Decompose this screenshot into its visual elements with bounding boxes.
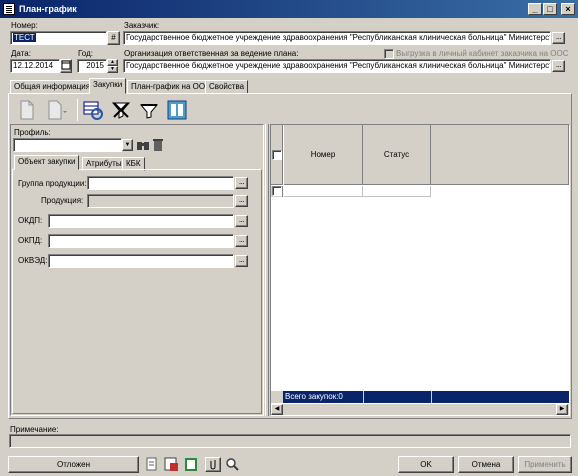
okved-field[interactable] [48, 254, 234, 268]
toolbar [12, 97, 192, 123]
purchases-grid: Номер Статус Всего закупок:0 ◀ ▶ [270, 124, 570, 416]
report-icon [164, 457, 178, 471]
grid-select-all-checkbox[interactable] [272, 150, 282, 160]
number-field[interactable]: ТЕСТ [10, 31, 107, 45]
excel-button[interactable] [184, 457, 198, 472]
magnifier-icon [226, 458, 239, 471]
refresh-grid-icon [83, 101, 103, 120]
document-icon [20, 100, 34, 120]
date-field[interactable]: 12.12.2014 [10, 59, 60, 73]
splitter-handle[interactable] [265, 124, 269, 416]
grid-cell-status[interactable] [363, 186, 431, 197]
grid-header-status[interactable]: Статус [363, 125, 431, 185]
profile-find-button[interactable] [136, 138, 150, 152]
grid-footer-bar: Всего закупок:0 [271, 391, 569, 403]
horizontal-scrollbar[interactable]: ◀ ▶ [271, 403, 569, 415]
title-bar: План-график _ □ × [0, 0, 578, 18]
grid-cell-number[interactable] [284, 186, 363, 197]
product-label: Продукция: [41, 196, 84, 205]
year-up-button[interactable]: ▲ [107, 59, 118, 66]
profile-select[interactable] [13, 138, 122, 152]
group-select-button[interactable]: ... [235, 177, 248, 189]
profile-delete-button[interactable] [152, 138, 164, 152]
scroll-left-button[interactable]: ◀ [271, 404, 283, 415]
product-select-button[interactable]: ... [235, 195, 248, 207]
org-label: Организация ответственная за ведение пла… [124, 49, 299, 58]
grid-footer-corner [271, 391, 283, 403]
customer-label: Заказчик: [124, 21, 160, 30]
window-title: План-график [19, 4, 77, 14]
edit-document-button[interactable] [46, 99, 68, 121]
calendar-icon [61, 60, 71, 70]
refresh-button[interactable] [82, 99, 104, 121]
year-label: Год: [78, 49, 93, 58]
okdp-field[interactable] [48, 214, 234, 228]
filter-icon [139, 104, 159, 119]
columns-icon [167, 100, 187, 120]
group-field[interactable] [87, 176, 234, 190]
status-button[interactable]: Отложен [8, 456, 139, 473]
new-document-button[interactable] [16, 99, 38, 121]
attach-button[interactable] [205, 457, 221, 472]
number-label: Номер: [11, 21, 38, 30]
product-field[interactable] [87, 194, 234, 208]
customer-select-button[interactable]: ... [552, 32, 565, 44]
grid-footer-divider [363, 391, 364, 403]
minimize-button[interactable]: _ [528, 3, 542, 15]
profile-label: Профиль: [14, 128, 51, 137]
document-dropdown-icon [48, 100, 67, 120]
tab-purchases[interactable]: Закупки [89, 78, 127, 94]
okved-select-button[interactable]: ... [235, 255, 248, 267]
print-button[interactable] [145, 457, 159, 472]
tab-properties[interactable]: Свойства [205, 80, 249, 94]
apply-button[interactable]: Применить [518, 456, 572, 473]
grid-header-number[interactable]: Номер [284, 125, 363, 185]
search-button[interactable] [225, 457, 239, 472]
columns-button[interactable] [166, 99, 188, 121]
calendar-button[interactable] [60, 59, 72, 73]
org-field[interactable]: Государственное бюджетное учреждение здр… [123, 59, 551, 73]
subtab-object[interactable]: Объект закупки [14, 155, 80, 170]
scroll-right-button[interactable]: ▶ [556, 404, 568, 415]
cancel-button[interactable]: Отмена [458, 456, 514, 473]
okdp-label: ОКДП: [18, 216, 43, 225]
filter-button[interactable] [138, 99, 160, 121]
okpd-label: ОКПД: [18, 236, 43, 245]
binoculars-icon [137, 142, 149, 150]
customer-field[interactable]: Государственное бюджетное учреждение здр… [123, 31, 551, 45]
maximize-button[interactable]: □ [543, 3, 557, 15]
spreadsheet-icon [185, 458, 197, 471]
org-select-button[interactable]: ... [552, 60, 565, 72]
year-field[interactable]: 2015 [77, 59, 107, 73]
grid-header-empty [431, 125, 569, 185]
window-icon [3, 3, 15, 15]
close-button[interactable]: × [561, 3, 575, 15]
number-value: ТЕСТ [13, 33, 36, 42]
note-field[interactable] [9, 434, 571, 448]
grid-total: Всего закупок:0 [285, 392, 343, 401]
okved-label: ОКВЭД: [18, 256, 48, 265]
upload-checkbox[interactable] [384, 49, 394, 59]
tab-schedule-oos[interactable]: План-график на ООС [127, 80, 215, 94]
toolbar-separator [77, 99, 78, 121]
print-icon [146, 457, 157, 471]
upload-label: Выгрузка в личный кабинет заказчика на О… [396, 49, 569, 58]
date-label: Дата: [11, 49, 31, 58]
clear-filter-icon [111, 102, 131, 119]
tab-general[interactable]: Общая информация [10, 80, 95, 94]
clear-filter-button[interactable] [110, 99, 132, 121]
report-button[interactable] [164, 457, 180, 472]
trash-icon [153, 139, 163, 151]
grid-footer-divider [431, 391, 432, 403]
okpd-field[interactable] [48, 234, 234, 248]
year-down-button[interactable]: ▼ [107, 66, 118, 73]
group-label: Группа продукции: [18, 179, 87, 188]
okdp-select-button[interactable]: ... [235, 215, 248, 227]
grid-row-checkbox[interactable] [272, 186, 282, 196]
profile-dropdown-button[interactable]: ▼ [122, 139, 133, 151]
okpd-select-button[interactable]: ... [235, 235, 248, 247]
ok-button[interactable]: OK [398, 456, 454, 473]
number-generate-button[interactable]: # [107, 31, 120, 45]
paperclip-icon [210, 460, 216, 470]
